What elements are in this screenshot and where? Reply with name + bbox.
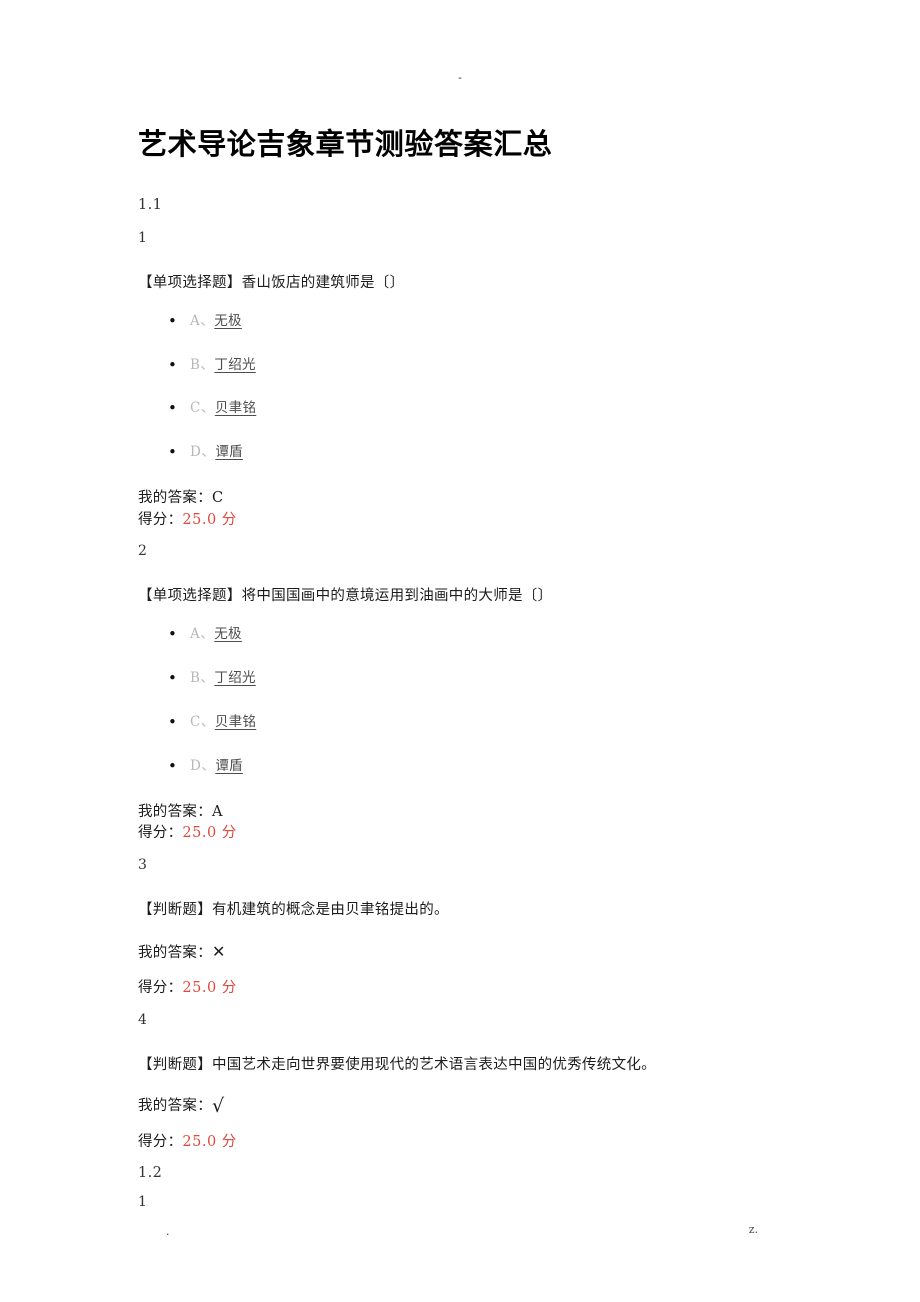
option-label[interactable]: 无极 [214,626,242,642]
score-label: 得分： [138,980,183,997]
list-item[interactable]: C、贝聿铭 [138,400,788,417]
option-list: A、无极 B、丁绍光 C、贝聿铭 D、谭盾 [138,626,788,774]
section-1-1: 1.1 1 【单项选择题】香山饭店的建筑师是〔〕 A、无极 B、丁绍光 C、贝聿… [138,198,788,1152]
option-label[interactable]: 贝聿铭 [215,714,256,730]
page-footer: . z. [0,1223,920,1240]
score-label: 得分： [138,825,183,842]
score-line: 得分：25.0 分 [138,979,788,999]
option-label[interactable]: 丁绍光 [214,670,255,686]
question-text: 【判断题】有机建筑的概念是由贝聿铭提出的。 [138,901,449,918]
score-line: 得分：25.0 分 [138,1133,788,1153]
my-answer-label: 我的答案： [138,803,212,820]
option-letter: A、 [190,626,215,643]
question-item: 2 【单项选择题】将中国国画中的意境运用到油画中的大师是〔〕 A、无极 B、丁绍… [138,544,788,844]
list-item[interactable]: B、丁绍光 [138,670,788,687]
score-value: 25.0 分 [182,1133,237,1150]
my-answer-line: 我的答案：√ [138,1096,788,1117]
option-list: A、无极 B、丁绍光 C、贝聿铭 D、谭盾 [138,312,788,461]
option-letter: D、 [190,444,216,461]
document-content: 艺术导论吉象章节测验答案汇总 1.1 1 【单项选择题】香山饭店的建筑师是〔〕 … [138,126,788,1237]
score-value: 25.0 分 [182,511,237,528]
list-item[interactable]: D、谭盾 [138,757,788,774]
score-line: 得分：25.0 分 [138,511,788,531]
section-label: 1.1 [138,197,163,214]
my-answer-line: 我的答案：C [138,489,788,509]
my-answer-label: 我的答案： [138,944,212,961]
list-item[interactable]: C、贝聿铭 [138,713,788,730]
my-answer-value: A [212,803,223,820]
question-text: 【单项选择题】香山饭店的建筑师是〔〕 [138,274,405,291]
option-letter: C、 [190,713,215,730]
option-letter: B、 [190,356,215,373]
my-answer-line: 我的答案：✕ [138,941,788,964]
option-label[interactable]: 贝聿铭 [215,400,256,416]
section-label: 1.2 [138,1165,163,1182]
my-answer-label: 我的答案： [138,1097,212,1114]
footer-left-mark: . [166,1225,170,1238]
option-label[interactable]: 谭盾 [215,758,243,774]
option-letter: A、 [190,312,215,329]
score-value: 25.0 分 [182,980,237,997]
document-page: - 艺术导论吉象章节测验答案汇总 1.1 1 【单项选择题】香山饭店的建筑师是〔… [0,0,920,1302]
score-label: 得分： [138,511,183,528]
question-number: 3 [138,856,147,873]
my-answer-label: 我的答案： [138,490,212,507]
footer-right-mark: z. [748,1223,758,1236]
option-label[interactable]: 谭盾 [215,444,243,460]
list-item[interactable]: B、丁绍光 [138,356,788,373]
question-number: 1 [138,229,147,246]
page-header-mark: - [458,71,462,84]
question-number: 2 [138,543,147,560]
question-item: 4 【判断题】中国艺术走向世界要使用现代的艺术语言表达中国的优秀传统文化。 我的… [138,1013,788,1152]
question-item: 3 【判断题】有机建筑的概念是由贝聿铭提出的。 我的答案：✕ 得分：25.0 分 [138,858,788,999]
score-line: 得分：25.0 分 [138,824,788,844]
option-letter: B、 [190,670,215,687]
section-1-2: 1.2 1 [138,1166,788,1209]
cross-mark-icon: ✕ [212,941,226,961]
score-value: 25.0 分 [182,825,237,842]
question-item: 1 【单项选择题】香山饭店的建筑师是〔〕 A、无极 B、丁绍光 C、贝聿铭 D、… [138,231,788,531]
check-mark-icon: √ [212,1094,225,1117]
my-answer-line: 我的答案：A [138,803,788,823]
question-text: 【单项选择题】将中国国画中的意境运用到油画中的大师是〔〕 [138,588,553,605]
list-item[interactable]: A、无极 [138,626,788,643]
option-letter: D、 [190,757,216,774]
score-label: 得分： [138,1133,183,1150]
page-title: 艺术导论吉象章节测验答案汇总 [138,127,553,161]
option-letter: C、 [190,400,215,417]
question-number: 4 [138,1011,147,1028]
my-answer-value: C [212,490,224,507]
option-label[interactable]: 丁绍光 [214,357,255,373]
list-item[interactable]: A、无极 [138,312,788,329]
list-item[interactable]: D、谭盾 [138,444,788,461]
question-text: 【判断题】中国艺术走向世界要使用现代的艺术语言表达中国的优秀传统文化。 [138,1056,656,1073]
question-number: 1 [138,1193,147,1210]
option-label[interactable]: 无极 [214,313,242,329]
